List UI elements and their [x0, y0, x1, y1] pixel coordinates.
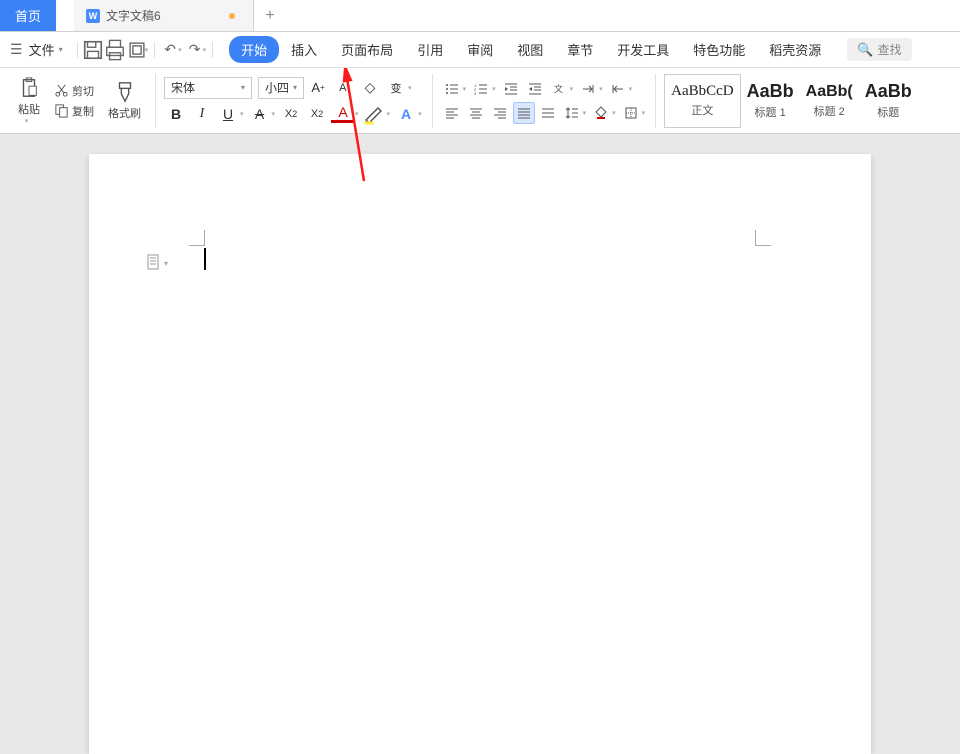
divider	[432, 74, 433, 128]
decrease-indent-icon[interactable]	[500, 78, 522, 100]
copy-button[interactable]: 复制	[50, 101, 98, 121]
format-painter-button[interactable]: 格式刷	[102, 79, 147, 123]
margin-corner-tr-icon	[755, 230, 771, 246]
page[interactable]: ▾	[89, 154, 871, 754]
align-left-icon[interactable]	[441, 102, 463, 124]
svg-text:文: 文	[554, 83, 563, 94]
align-justify-icon[interactable]	[513, 102, 535, 124]
unsaved-indicator-icon	[229, 13, 235, 19]
ribbon: 粘贴▾ 剪切 复制 格式刷 宋体 ▾ 小四 ▾	[0, 68, 960, 134]
paste-button[interactable]: 粘贴▾	[12, 75, 46, 127]
save-icon[interactable]	[82, 39, 104, 61]
font-name-select[interactable]: 宋体 ▾	[164, 77, 252, 99]
superscript-button[interactable]: X2	[279, 102, 303, 126]
divider	[154, 42, 155, 58]
divider	[155, 74, 156, 128]
bold-button[interactable]: B	[164, 102, 188, 126]
chevron-down-icon[interactable]: ▾	[164, 259, 168, 268]
tab-developer[interactable]: 开发工具	[605, 36, 681, 63]
divider	[212, 42, 213, 58]
chevron-down-icon[interactable]: ▾	[178, 46, 182, 54]
line-spacing-icon[interactable]	[561, 102, 583, 124]
tab-page-layout[interactable]: 页面布局	[329, 36, 405, 63]
style-body[interactable]: AaBbCcD 正文	[664, 74, 741, 128]
tab-start[interactable]: 开始	[229, 36, 279, 63]
chevron-down-icon: ▾	[241, 83, 245, 92]
italic-button[interactable]: I	[190, 102, 214, 126]
menu-tabs: 开始 插入 页面布局 引用 审阅 视图 章节 开发工具 特色功能 稻壳资源	[229, 36, 833, 63]
font-size-select[interactable]: 小四 ▾	[258, 77, 304, 99]
title-bar: 首页 W 文字文稿6 +	[0, 0, 960, 32]
file-menu[interactable]: 文件	[29, 40, 55, 59]
underline-button[interactable]: U	[216, 102, 240, 126]
tab-home[interactable]: 首页	[0, 0, 56, 31]
document-canvas[interactable]: ▾	[0, 134, 960, 500]
divider	[77, 42, 78, 58]
bullets-icon[interactable]	[441, 78, 463, 100]
tab-document-label: 文字文稿6	[106, 7, 161, 24]
tab-indent-icon[interactable]	[607, 78, 629, 100]
margin-corner-tl-icon	[189, 230, 205, 246]
tab-settings-icon[interactable]	[577, 78, 599, 100]
text-direction-icon[interactable]: 文	[548, 78, 570, 100]
tab-references[interactable]: 引用	[405, 36, 455, 63]
new-tab-button[interactable]: +	[254, 0, 286, 31]
tab-section[interactable]: 章节	[555, 36, 605, 63]
tab-review[interactable]: 审阅	[455, 36, 505, 63]
text-cursor	[204, 248, 206, 270]
numbering-icon[interactable]: 123	[470, 78, 492, 100]
style-heading1[interactable]: AaBb 标题 1	[741, 74, 800, 128]
doc-icon: W	[86, 9, 100, 23]
tab-document[interactable]: W 文字文稿6	[74, 0, 254, 31]
increase-indent-icon[interactable]	[524, 78, 546, 100]
search-icon: 🔍	[857, 42, 873, 58]
styles-group: AaBbCcD 正文 AaBb 标题 1 AaBb( 标题 2 AaBb 标题	[660, 68, 922, 133]
clear-format-icon[interactable]: ◇	[358, 76, 382, 100]
shading-icon[interactable]	[590, 102, 612, 124]
phonetic-icon[interactable]: 变	[384, 76, 408, 100]
tab-resources[interactable]: 稻壳资源	[757, 36, 833, 63]
tab-insert[interactable]: 插入	[279, 36, 329, 63]
subscript-button[interactable]: X2	[305, 102, 329, 126]
cut-button[interactable]: 剪切	[50, 81, 98, 101]
divider	[655, 74, 656, 128]
paragraph-group: ▾ 123▾ 文▾ ▾ ▾ ▾ ▾ ▾	[437, 68, 652, 133]
hamburger-icon[interactable]: ☰	[10, 41, 23, 58]
highlight-button[interactable]	[363, 102, 387, 126]
align-right-icon[interactable]	[489, 102, 511, 124]
tab-features[interactable]: 特色功能	[681, 36, 757, 63]
borders-icon[interactable]	[620, 102, 642, 124]
grow-font-icon[interactable]: A+	[306, 76, 330, 100]
chevron-down-icon[interactable]: ▾	[145, 46, 149, 54]
chevron-down-icon[interactable]: ▾	[203, 46, 207, 54]
paragraph-options-icon[interactable]	[147, 254, 161, 270]
style-heading2[interactable]: AaBb( 标题 2	[800, 74, 859, 128]
align-distribute-icon[interactable]	[537, 102, 559, 124]
chevron-down-icon: ▾	[59, 45, 63, 54]
strikethrough-button[interactable]: A	[248, 102, 272, 126]
style-title[interactable]: AaBb 标题	[859, 74, 918, 128]
text-effect-button[interactable]: A	[394, 102, 418, 126]
tab-view[interactable]: 视图	[505, 36, 555, 63]
svg-text:3: 3	[474, 91, 477, 96]
font-group: 宋体 ▾ 小四 ▾ A+ A- ◇ 变▾ B I U▾ A▾ X2 X2 A▾ …	[160, 68, 428, 133]
search-label: 查找	[877, 41, 901, 58]
menu-bar: ☰ 文件 ▾ ▾ ↶ ▾ ↷ ▾ 开始 插入 页面布局 引用 审阅 视图 章节 …	[0, 32, 960, 68]
shrink-font-icon[interactable]: A-	[332, 76, 356, 100]
search-input[interactable]: 🔍 查找	[847, 38, 911, 61]
print-preview-icon[interactable]	[104, 39, 126, 61]
align-center-icon[interactable]	[465, 102, 487, 124]
chevron-down-icon: ▾	[293, 83, 297, 92]
font-color-button[interactable]: A	[331, 105, 355, 123]
clipboard-group: 粘贴▾ 剪切 复制 格式刷	[8, 68, 151, 133]
